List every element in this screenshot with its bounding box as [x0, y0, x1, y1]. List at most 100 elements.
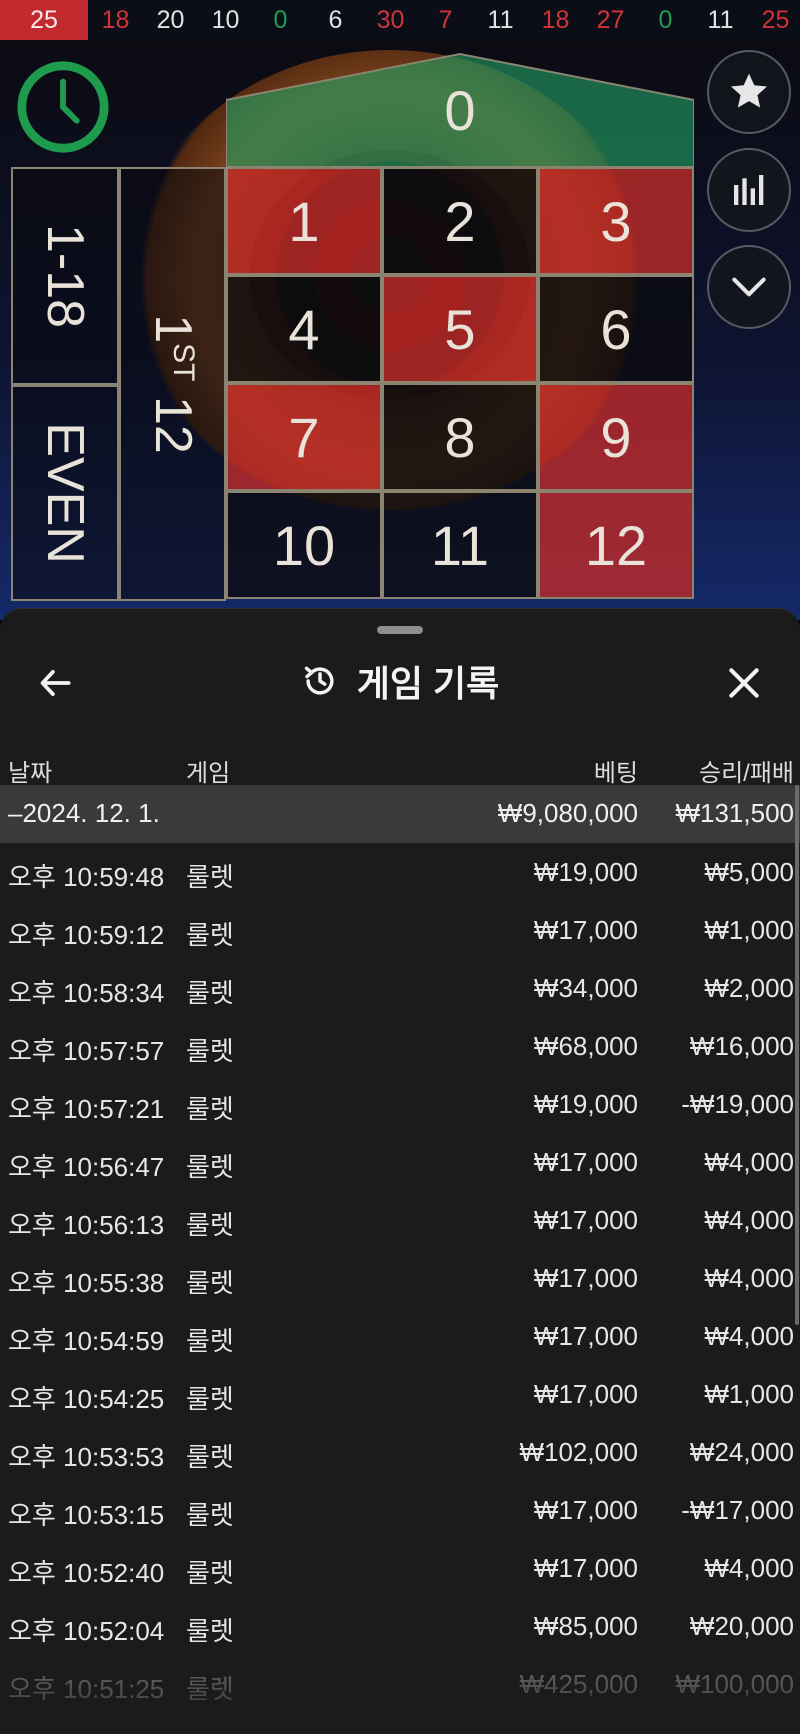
result-history-item: 11: [487, 6, 514, 34]
result-history-item: 25: [761, 6, 790, 34]
row-game: 룰렛: [186, 1616, 234, 1646]
row-win-loss: ₩4,000: [704, 1553, 794, 1583]
bet-cell-1[interactable]: 1: [226, 167, 382, 275]
history-row[interactable]: 오후 10:56:47 룰렛 ₩17,000 ₩4,000: [0, 1133, 800, 1191]
history-row[interactable]: 오후 10:57:57 룰렛 ₩68,000 ₩16,000: [0, 1017, 800, 1075]
row-game: 룰렛: [186, 1152, 234, 1182]
collapse-button[interactable]: [707, 245, 791, 329]
history-row[interactable]: 오후 10:55:38 룰렛 ₩17,000 ₩4,000: [0, 1249, 800, 1307]
statistics-button[interactable]: [707, 148, 791, 232]
bet-first-dozen[interactable]: 1ST 12: [119, 167, 226, 601]
column-header-win-loss[interactable]: 승리/패배: [699, 753, 794, 788]
row-game: 룰렛: [186, 1442, 234, 1472]
row-time: 오후 10:53:15: [8, 1500, 165, 1530]
row-bet: ₩17,000: [533, 1379, 638, 1409]
bet-low-1-18[interactable]: 1-18: [11, 167, 119, 385]
sheet-title: 게임 기록: [356, 663, 500, 704]
day-date: –2024. 12. 1.: [8, 798, 160, 828]
row-time: 오후 10:57:57: [8, 1036, 165, 1066]
column-header-bet[interactable]: 베팅: [594, 753, 638, 788]
chevron-down-icon: [732, 277, 766, 297]
result-history-item: 30: [376, 6, 405, 34]
row-game: 룰렛: [186, 1036, 234, 1066]
row-time: 오후 10:57:21: [8, 1094, 165, 1124]
bet-cell-zero-label: 0: [444, 79, 476, 142]
history-row[interactable]: 오후 10:57:21 룰렛 ₩19,000 -₩19,000: [0, 1075, 800, 1133]
row-game: 룰렛: [186, 1094, 234, 1124]
bet-cell-7[interactable]: 7: [226, 383, 382, 491]
row-win-loss: ₩4,000: [704, 1321, 794, 1351]
bet-even-label: EVEN: [36, 422, 95, 564]
timer-icon: [17, 61, 109, 153]
row-time: 오후 10:53:53: [8, 1442, 165, 1472]
bet-cell-4[interactable]: 4: [226, 275, 382, 383]
history-row[interactable]: 오후 10:59:12 룰렛 ₩17,000 ₩1,000: [0, 901, 800, 959]
history-row[interactable]: 오후 10:53:15 룰렛 ₩17,000 -₩17,000: [0, 1481, 800, 1539]
result-history-item: 27: [596, 6, 625, 34]
result-history-item: 7: [438, 6, 453, 34]
bet-cell-12[interactable]: 12: [538, 491, 694, 599]
row-time: 오후 10:54:59: [8, 1326, 165, 1356]
row-game: 룰렛: [186, 1558, 234, 1588]
history-list: –2024. 12. 1. ₩9,080,000 ₩131,500 오후 10:…: [0, 785, 800, 1713]
row-bet: ₩19,000: [533, 857, 638, 887]
sheet-drag-handle[interactable]: [377, 626, 423, 634]
close-button[interactable]: [718, 657, 770, 709]
row-win-loss: ₩20,000: [689, 1611, 794, 1641]
bet-cell-9[interactable]: 9: [538, 383, 694, 491]
row-bet: ₩17,000: [533, 1147, 638, 1177]
result-history-item: 10: [211, 6, 240, 34]
row-time: 오후 10:58:34: [8, 978, 165, 1008]
row-bet: ₩34,000: [533, 973, 638, 1003]
row-time: 오후 10:56:13: [8, 1210, 165, 1240]
bet-low-label: 1-18: [36, 223, 95, 329]
sheet-header: 게임 기록: [0, 649, 800, 709]
game-history-sheet: 게임 기록 날짜 게임 베팅 승리/패배 –2024. 12. 1. ₩9,08…: [0, 608, 800, 1734]
row-win-loss: ₩4,000: [704, 1147, 794, 1177]
history-row[interactable]: 오후 10:54:59 룰렛 ₩17,000 ₩4,000: [0, 1307, 800, 1365]
back-button[interactable]: [30, 657, 82, 709]
row-bet: ₩17,000: [533, 1263, 638, 1293]
row-game: 룰렛: [186, 1500, 234, 1530]
row-time: 오후 10:59:48: [8, 862, 165, 892]
day-summary-row[interactable]: –2024. 12. 1. ₩9,080,000 ₩131,500: [0, 785, 800, 843]
scrollbar[interactable]: [795, 785, 799, 1325]
history-row[interactable]: 오후 10:58:34 룰렛 ₩34,000 ₩2,000: [0, 959, 800, 1017]
bet-even[interactable]: EVEN: [11, 385, 119, 601]
column-header-game[interactable]: 게임: [186, 753, 230, 788]
history-row[interactable]: 오후 10:54:25 룰렛 ₩17,000 ₩1,000: [0, 1365, 800, 1423]
row-bet: ₩102,000: [519, 1437, 638, 1467]
column-header-date[interactable]: 날짜: [8, 753, 52, 788]
table-column-headers: 날짜 게임 베팅 승리/패배: [0, 741, 800, 791]
history-row[interactable]: 오후 10:52:40 룰렛 ₩17,000 ₩4,000: [0, 1539, 800, 1597]
row-bet: ₩19,000: [533, 1089, 638, 1119]
row-bet: ₩17,000: [533, 1321, 638, 1351]
star-icon: [731, 73, 767, 108]
result-history-item: 18: [541, 6, 570, 34]
history-row[interactable]: 오후 10:56:13 룰렛 ₩17,000 ₩4,000: [0, 1191, 800, 1249]
history-row[interactable]: 오후 10:53:53 룰렛 ₩102,000 ₩24,000: [0, 1423, 800, 1481]
history-row[interactable]: 오후 10:52:04 룰렛 ₩85,000 ₩20,000: [0, 1597, 800, 1655]
result-history-item: 0: [658, 6, 673, 34]
result-history-item: 18: [101, 6, 130, 34]
bet-cell-8[interactable]: 8: [382, 383, 538, 491]
result-history-item: 6: [328, 6, 343, 34]
row-win-loss: ₩5,000: [704, 857, 794, 887]
bet-first-dozen-label: 1ST 12: [143, 314, 202, 454]
row-win-loss: ₩24,000: [689, 1437, 794, 1467]
row-game: 룰렛: [186, 1326, 234, 1356]
bet-cell-3[interactable]: 3: [538, 167, 694, 275]
row-bet: ₩17,000: [533, 915, 638, 945]
favorites-button[interactable]: [707, 50, 791, 134]
sheet-title-group: 게임 기록: [0, 649, 800, 713]
row-bet: ₩17,000: [533, 1205, 638, 1235]
bet-cell-5[interactable]: 5: [382, 275, 538, 383]
bet-cell-2[interactable]: 2: [382, 167, 538, 275]
bet-cell-10[interactable]: 10: [226, 491, 382, 599]
bet-cell-11[interactable]: 11: [382, 491, 538, 599]
row-win-loss: ₩1,000: [704, 1379, 794, 1409]
row-win-loss: ₩16,000: [689, 1031, 794, 1061]
row-win-loss: ₩2,000: [704, 973, 794, 1003]
bet-cell-6[interactable]: 6: [538, 275, 694, 383]
history-row[interactable]: 오후 10:59:48 룰렛 ₩19,000 ₩5,000: [0, 843, 800, 901]
